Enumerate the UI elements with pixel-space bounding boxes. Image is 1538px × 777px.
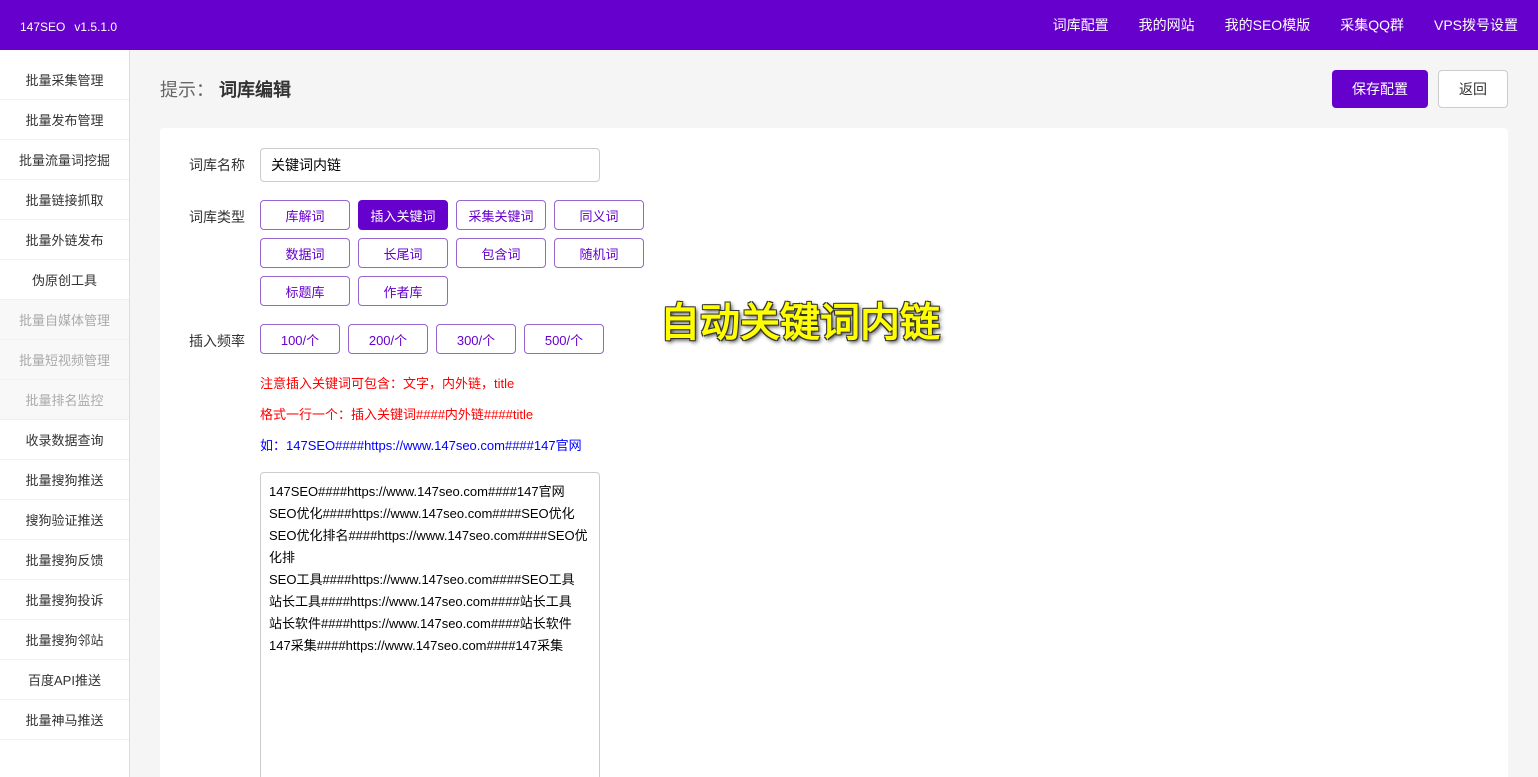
sidebar: 批量采集管理 批量发布管理 批量流量词挖掘 批量链接抓取 批量外链发布 伪原创工… [0, 50, 130, 777]
note-text-3: 如：147SEO####https://www.147seo.com####14… [260, 435, 1488, 454]
type-btn-synonym[interactable]: 同义词 [554, 200, 644, 230]
type-btn-long-tail[interactable]: 长尾词 [358, 238, 448, 268]
name-input[interactable] [260, 148, 600, 182]
sidebar-item-sogou-push[interactable]: 批量搜狗推送 [0, 460, 129, 500]
header: 147SEO v1.5.1.0 词库配置 我的网站 我的SEO模版 采集QQ群 … [0, 0, 1538, 50]
note-text-2: 格式一行一个：插入关键词####内外链####title [260, 403, 1488, 426]
sidebar-item-sogou-complaint[interactable]: 批量搜狗投诉 [0, 580, 129, 620]
notes-spacer [180, 372, 260, 379]
freq-label: 插入频率 [180, 324, 260, 351]
nav-collect-qq[interactable]: 采集QQ群 [1340, 15, 1404, 35]
page-actions: 保存配置 返回 [1332, 70, 1508, 108]
form-row-name: 词库名称 [180, 148, 1488, 182]
sidebar-item-collect-mgmt[interactable]: 批量采集管理 [0, 60, 129, 100]
layout: 批量采集管理 批量发布管理 批量流量词挖掘 批量链接抓取 批量外链发布 伪原创工… [0, 50, 1538, 777]
sidebar-item-sogou-verify[interactable]: 搜狗验证推送 [0, 500, 129, 540]
note-text-1: 注意插入关键词可包含：文字，内外链，title [260, 372, 1488, 395]
textarea-control-wrap: 147SEO####https://www.147seo.com####147官… [260, 472, 1488, 777]
sidebar-item-publish-mgmt[interactable]: 批量发布管理 [0, 100, 129, 140]
sidebar-item-media-mgmt: 批量自媒体管理 [0, 300, 129, 340]
sidebar-item-rank-monitor: 批量排名监控 [0, 380, 129, 420]
form-section: 词库名称 词库类型 库解词 插入关键词 采集关键词 同义词 数据词 [160, 128, 1508, 777]
freq-btn-300[interactable]: 300/个 [436, 324, 516, 354]
type-btn-contain-word[interactable]: 包含词 [456, 238, 546, 268]
sidebar-item-outlink-publish[interactable]: 批量外链发布 [0, 220, 129, 260]
form-row-notes: 注意插入关键词可包含：文字，内外链，title 格式一行一个：插入关键词####… [180, 372, 1488, 454]
type-btn-lib-word[interactable]: 库解词 [260, 200, 350, 230]
type-btn-author-lib[interactable]: 作者库 [358, 276, 448, 306]
type-label: 词库类型 [180, 200, 260, 227]
textarea-spacer [180, 472, 260, 479]
sidebar-item-video-mgmt: 批量短视频管理 [0, 340, 129, 380]
main-content: 提示： 词库编辑 保存配置 返回 词库名称 [130, 50, 1538, 777]
hint-text: 提示： [160, 80, 214, 100]
freq-btn-500[interactable]: 500/个 [524, 324, 604, 354]
logo: 147SEO v1.5.1.0 [20, 15, 117, 36]
sidebar-item-shenma-push[interactable]: 批量神马推送 [0, 700, 129, 740]
big-title: 自动关键词内链 [660, 290, 940, 348]
nav-my-site[interactable]: 我的网站 [1139, 15, 1195, 35]
type-btn-data-word[interactable]: 数据词 [260, 238, 350, 268]
name-control-wrap [260, 148, 1488, 182]
nav-ciku-config[interactable]: 词库配置 [1053, 15, 1109, 35]
page-title: 提示： 词库编辑 [160, 76, 291, 102]
type-btn-insert-keyword[interactable]: 插入关键词 [358, 200, 448, 230]
sidebar-item-traffic-mine[interactable]: 批量流量词挖掘 [0, 140, 129, 180]
page-header: 提示： 词库编辑 保存配置 返回 [160, 70, 1508, 108]
logo-text: 147SEO [20, 20, 65, 34]
save-button[interactable]: 保存配置 [1332, 70, 1428, 108]
sidebar-item-sogou-feedback[interactable]: 批量搜狗反馈 [0, 540, 129, 580]
back-button[interactable]: 返回 [1438, 70, 1508, 108]
type-btn-collect-keyword[interactable]: 采集关键词 [456, 200, 546, 230]
title-text: 词库编辑 [219, 80, 291, 100]
notes-control-wrap: 注意插入关键词可包含：文字，内外链，title 格式一行一个：插入关键词####… [260, 372, 1488, 454]
nav-vps-setting[interactable]: VPS拨号设置 [1434, 15, 1518, 35]
freq-btn-200[interactable]: 200/个 [348, 324, 428, 354]
sidebar-item-sogou-neighbor[interactable]: 批量搜狗邻站 [0, 620, 129, 660]
big-title-text: 自动关键词内链 [660, 301, 940, 345]
type-btn-title-lib[interactable]: 标题库 [260, 276, 350, 306]
keyword-textarea[interactable]: 147SEO####https://www.147seo.com####147官… [260, 472, 600, 777]
freq-btn-100[interactable]: 100/个 [260, 324, 340, 354]
header-nav: 词库配置 我的网站 我的SEO模版 采集QQ群 VPS拨号设置 [1053, 15, 1518, 35]
form-row-textarea: 147SEO####https://www.147seo.com####147官… [180, 472, 1488, 777]
name-label: 词库名称 [180, 148, 260, 175]
sidebar-item-link-fetch[interactable]: 批量链接抓取 [0, 180, 129, 220]
nav-seo-template[interactable]: 我的SEO模版 [1225, 15, 1311, 35]
sidebar-item-data-query[interactable]: 收录数据查询 [0, 420, 129, 460]
main-inner: 提示： 词库编辑 保存配置 返回 词库名称 [160, 70, 1508, 777]
sidebar-item-pseudo-original[interactable]: 伪原创工具 [0, 260, 129, 300]
version-text: v1.5.1.0 [74, 20, 117, 34]
type-btn-random-word[interactable]: 随机词 [554, 238, 644, 268]
sidebar-item-baidu-api[interactable]: 百度API推送 [0, 660, 129, 700]
